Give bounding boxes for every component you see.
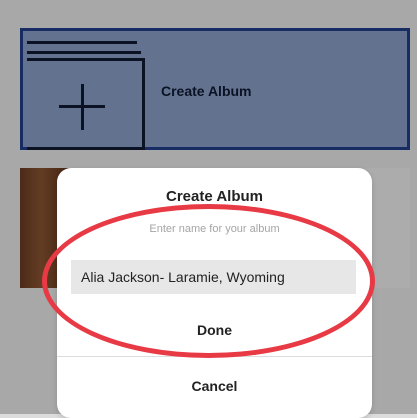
done-button[interactable]: Done xyxy=(57,312,372,348)
cancel-button[interactable]: Cancel xyxy=(57,366,372,406)
album-name-input[interactable] xyxy=(71,260,356,294)
dialog-hint: Enter name for your album xyxy=(149,223,280,235)
dialog-title: Create Album xyxy=(166,188,263,205)
create-album-dialog: Create Album Enter name for your album D… xyxy=(57,168,372,418)
dialog-divider xyxy=(57,356,372,357)
